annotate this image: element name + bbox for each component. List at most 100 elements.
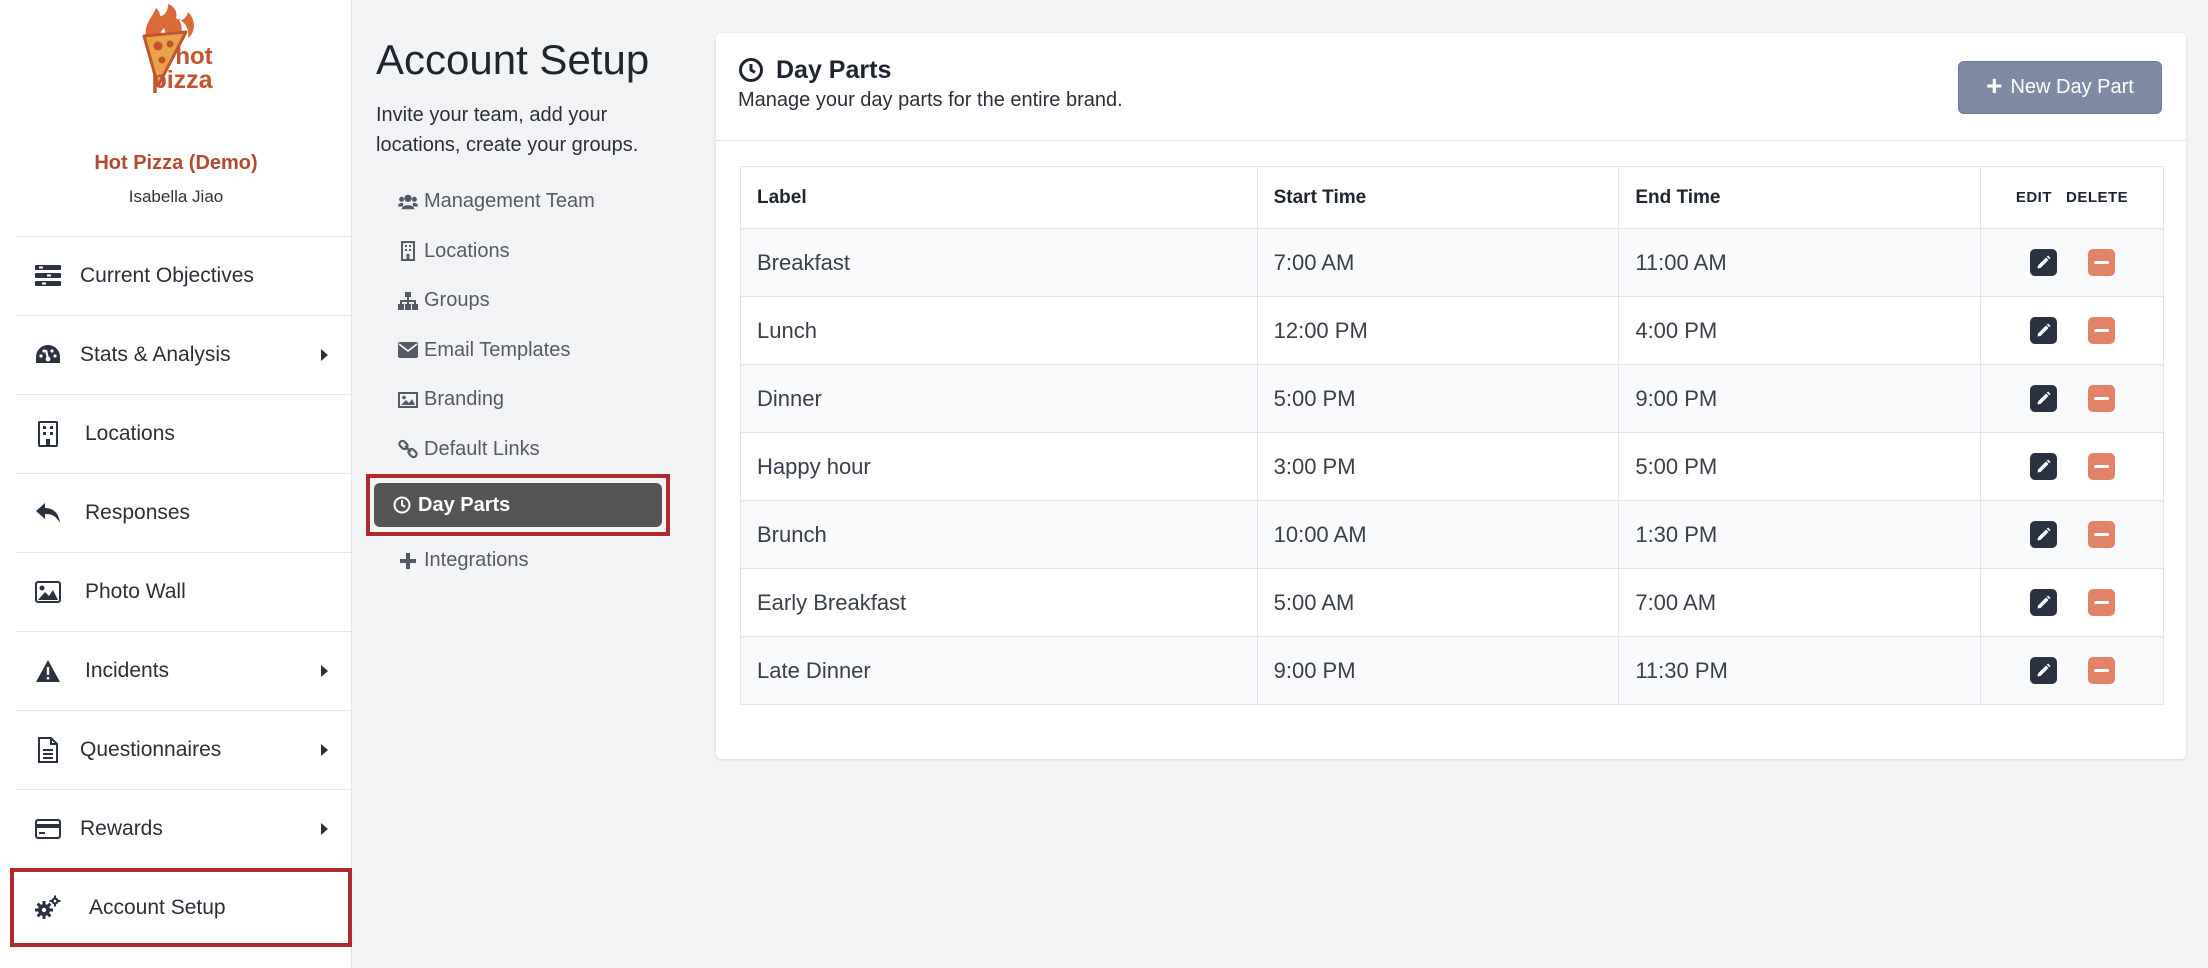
cell-label: Brunch xyxy=(740,500,1258,569)
image-icon xyxy=(398,390,418,410)
day-parts-card: Day Parts Manage your day parts for the … xyxy=(716,33,2186,759)
cell-label: Dinner xyxy=(740,364,1258,433)
subnav-label: Email Templates xyxy=(424,338,571,361)
cell-actions xyxy=(1980,568,2164,637)
image-icon xyxy=(34,578,62,606)
pencil-icon xyxy=(2036,595,2051,610)
cell-label: Happy hour xyxy=(740,432,1258,501)
subnav-label: Integrations xyxy=(424,549,529,572)
sitemap-icon xyxy=(398,291,418,311)
page-description: Invite your team, add your locations, cr… xyxy=(376,104,639,156)
link-icon xyxy=(398,439,418,459)
clock-icon xyxy=(739,58,763,82)
dashboard-gauge-icon xyxy=(34,341,62,369)
pencil-icon xyxy=(2036,527,2051,542)
cell-start-time: 5:00 AM xyxy=(1256,568,1620,637)
edit-button[interactable] xyxy=(2029,249,2057,276)
brand-name: Hot Pizza (Demo) xyxy=(94,152,258,174)
pencil-icon xyxy=(2036,663,2051,678)
subnav-item-default-links[interactable]: Default Links xyxy=(376,425,676,475)
delete-button[interactable] xyxy=(2087,249,2115,276)
sidebar-item-label: Incidents xyxy=(85,659,170,682)
sidebar-item-label: Stats & Analysis xyxy=(80,343,231,366)
sidebar-item-current-objectives[interactable]: Current Objectives xyxy=(16,236,352,315)
column-header-actions: EDIT DELETE xyxy=(1980,166,2164,229)
edit-button[interactable] xyxy=(2029,521,2057,548)
subnav-item-day-parts[interactable]: Day Parts xyxy=(366,474,670,536)
minus-icon xyxy=(2093,669,2109,672)
sidebar-item-stats-analysis[interactable]: Stats & Analysis xyxy=(16,315,352,394)
warning-icon xyxy=(34,657,62,685)
edit-button[interactable] xyxy=(2029,385,2057,412)
cell-actions xyxy=(1980,364,2164,433)
cell-start-time: 10:00 AM xyxy=(1256,500,1620,569)
sidebar-item-locations[interactable]: Locations xyxy=(16,394,352,473)
cell-actions xyxy=(1980,228,2164,297)
logo-text-pizza: pizza xyxy=(151,66,213,94)
sidebar-item-questionnaires[interactable]: Questionnaires xyxy=(16,710,352,789)
caret-right-icon xyxy=(321,349,328,361)
cell-end-time: 5:00 PM xyxy=(1618,432,1982,501)
edit-button[interactable] xyxy=(2029,657,2057,684)
sidebar-item-incidents[interactable]: Incidents xyxy=(16,631,352,710)
cell-start-time: 3:00 PM xyxy=(1256,432,1620,501)
subnav-item-management-team[interactable]: Management Team xyxy=(376,177,676,227)
sidebar-item-account-setup[interactable]: Account Setup xyxy=(10,868,352,947)
card-title: Day Parts xyxy=(776,56,892,84)
edit-button[interactable] xyxy=(2029,453,2057,480)
delete-button[interactable] xyxy=(2087,657,2115,684)
sidebar-item-responses[interactable]: Responses xyxy=(16,473,352,552)
table-row: Breakfast 7:00 AM 11:00 AM xyxy=(740,228,2164,297)
cell-label: Lunch xyxy=(740,296,1258,365)
card-header: Day Parts Manage your day parts for the … xyxy=(716,33,2186,141)
cell-end-time: 11:30 PM xyxy=(1618,636,1982,705)
caret-right-icon xyxy=(321,823,328,835)
card-subtitle: Manage your day parts for the entire bra… xyxy=(738,89,1123,111)
user-name: Isabella Jiao xyxy=(128,187,224,206)
users-icon xyxy=(398,192,418,212)
new-day-part-label: New Day Part xyxy=(2010,76,2134,98)
column-header-end-time: End Time xyxy=(1618,166,1982,229)
edit-button[interactable] xyxy=(2029,317,2057,344)
reply-arrow-icon xyxy=(34,499,62,527)
subnav-active-pill: Day Parts xyxy=(374,483,662,527)
edit-button[interactable] xyxy=(2029,589,2057,616)
subnav-item-groups[interactable]: Groups xyxy=(376,276,676,326)
minus-icon xyxy=(2093,533,2109,536)
gears-icon xyxy=(34,894,62,922)
building-icon xyxy=(34,420,62,448)
delete-button[interactable] xyxy=(2087,385,2115,412)
delete-button[interactable] xyxy=(2087,453,2115,480)
sidebar-item-rewards[interactable]: Rewards xyxy=(16,789,352,868)
setup-subnav: Management Team Locations Groups Email T… xyxy=(366,177,676,586)
building-icon xyxy=(398,241,418,262)
delete-button[interactable] xyxy=(2087,589,2115,616)
new-day-part-button[interactable]: + New Day Part xyxy=(1958,61,2162,114)
cell-start-time: 5:00 PM xyxy=(1256,364,1620,433)
pencil-icon xyxy=(2036,255,2051,270)
cell-start-time: 7:00 AM xyxy=(1256,228,1620,297)
sidebar-nav: Current Objectives Stats & Analysis Loca… xyxy=(10,236,352,947)
cell-end-time: 1:30 PM xyxy=(1618,500,1982,569)
column-header-start-time: Start Time xyxy=(1256,166,1620,229)
subnav-item-branding[interactable]: Branding xyxy=(376,375,676,425)
table-row: Lunch 12:00 PM 4:00 PM xyxy=(740,296,2164,365)
delete-button[interactable] xyxy=(2087,521,2115,548)
minus-icon xyxy=(2093,397,2109,400)
column-header-edit: EDIT xyxy=(2015,189,2052,206)
subnav-item-integrations[interactable]: Integrations xyxy=(376,536,676,586)
subnav-item-email-templates[interactable]: Email Templates xyxy=(376,326,676,376)
pencil-icon xyxy=(2036,323,2051,338)
credit-card-icon xyxy=(34,815,62,843)
plus-icon: + xyxy=(1986,70,2003,101)
table-row: Early Breakfast 5:00 AM 7:00 AM xyxy=(740,568,2164,637)
subnav-item-locations[interactable]: Locations xyxy=(376,227,676,277)
cell-actions xyxy=(1980,296,2164,365)
cell-start-time: 9:00 PM xyxy=(1256,636,1620,705)
sidebar: hot pizza Hot Pizza (Demo) Isabella Jiao… xyxy=(0,0,352,968)
subnav-label: Branding xyxy=(424,388,505,411)
sidebar-item-photo-wall[interactable]: Photo Wall xyxy=(16,552,352,631)
delete-button[interactable] xyxy=(2087,317,2115,344)
minus-icon xyxy=(2093,261,2109,264)
sidebar-item-label: Photo Wall xyxy=(85,580,186,603)
